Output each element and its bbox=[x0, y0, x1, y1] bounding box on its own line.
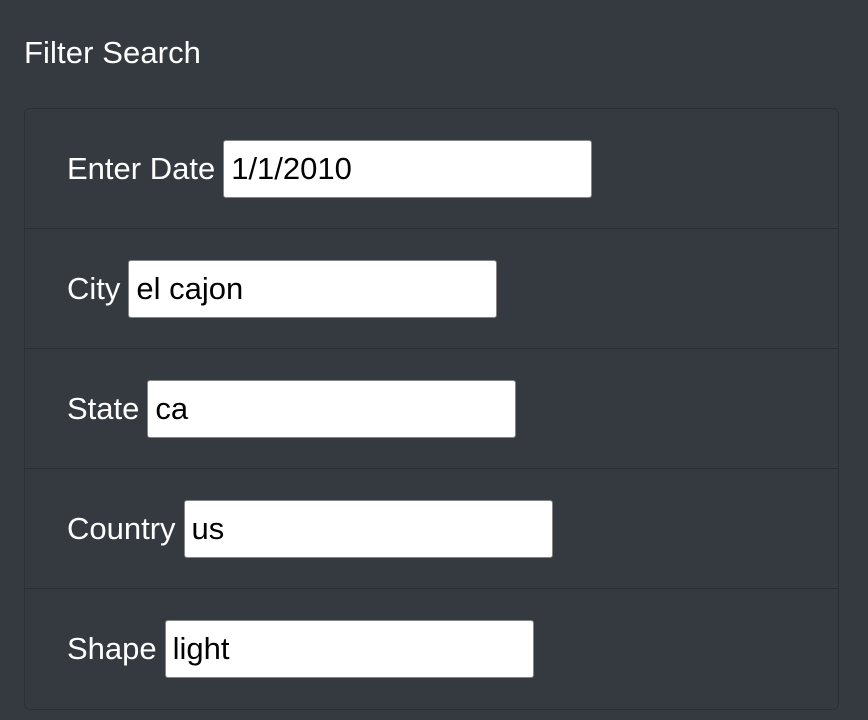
filter-row-country: Country bbox=[25, 469, 838, 589]
filter-row-state: State bbox=[25, 349, 838, 469]
date-label: Enter Date bbox=[67, 150, 216, 186]
state-input[interactable] bbox=[147, 379, 517, 438]
panel-title: Filter Search bbox=[24, 35, 202, 70]
state-label: State bbox=[67, 390, 140, 426]
filter-search-panel: Filter Search Enter Date City State Coun… bbox=[0, 0, 868, 720]
filter-row-city: City bbox=[25, 229, 838, 349]
filter-row-date: Enter Date bbox=[25, 109, 838, 229]
city-input[interactable] bbox=[128, 259, 498, 318]
shape-label: Shape bbox=[67, 631, 157, 666]
date-input[interactable] bbox=[223, 139, 593, 198]
shape-input[interactable] bbox=[164, 620, 534, 678]
filter-row-shape: Shape bbox=[25, 589, 838, 709]
city-label: City bbox=[67, 270, 121, 306]
country-label: Country bbox=[67, 510, 176, 546]
country-input[interactable] bbox=[183, 499, 553, 558]
filter-list: Enter Date City State Country Shape bbox=[24, 108, 839, 710]
